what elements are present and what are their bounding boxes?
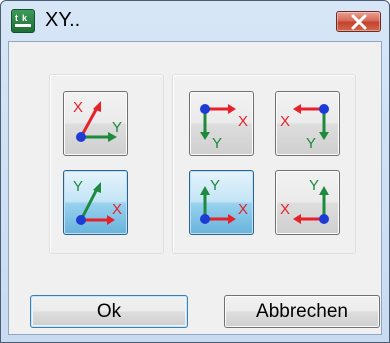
- close-button[interactable]: [336, 11, 381, 32]
- axis-orientation-icon: X Y: [200, 104, 248, 152]
- axis-orientation-icon: Y X: [280, 177, 329, 224]
- svg-text:X: X: [73, 99, 83, 116]
- orientation-group-right: X Y X Y Y X Y X: [172, 74, 356, 254]
- dialog-client-area: X Y Y X X Y X Y Y X Y X Ok Abbrechen: [8, 41, 382, 335]
- orientation-x-up-y-right-button[interactable]: X Y: [63, 91, 128, 156]
- orientation-y-up-x-right-button[interactable]: Y X: [63, 170, 128, 235]
- axis-orientation-icon: X Y: [280, 104, 329, 152]
- svg-text:Y: Y: [309, 177, 319, 194]
- ok-button[interactable]: Ok: [30, 295, 188, 328]
- svg-text:Y: Y: [112, 119, 122, 136]
- svg-text:Y: Y: [73, 178, 83, 195]
- axis-orientation-icon: Y X: [200, 177, 248, 224]
- axis-orientation-icon: Y X: [73, 178, 122, 225]
- close-x-icon: [351, 14, 367, 30]
- xy-app-icon: t k: [11, 9, 35, 33]
- orientation-origin-bottom-right-button[interactable]: Y X: [275, 170, 340, 235]
- xy-dialog: t k XY.. X Y Y X X Y X Y Y X Y X Ok Abbr…: [0, 0, 390, 343]
- orientation-origin-bottom-left-button[interactable]: Y X: [189, 170, 254, 235]
- cancel-button[interactable]: Abbrechen: [224, 295, 380, 328]
- svg-text:Y: Y: [306, 135, 316, 152]
- svg-text:t: t: [15, 13, 18, 23]
- svg-text:k: k: [22, 13, 28, 23]
- svg-text:Y: Y: [212, 135, 222, 152]
- svg-text:Y: Y: [210, 177, 220, 194]
- title-bar[interactable]: t k XY..: [1, 1, 389, 41]
- orientation-group-left: X Y Y X: [49, 74, 164, 254]
- svg-text:X: X: [238, 113, 248, 130]
- svg-text:X: X: [280, 201, 290, 218]
- svg-text:X: X: [238, 201, 248, 218]
- orientation-origin-top-left-button[interactable]: X Y: [189, 91, 254, 156]
- svg-text:X: X: [280, 113, 290, 130]
- svg-text:X: X: [112, 201, 122, 218]
- orientation-origin-top-right-button[interactable]: X Y: [275, 91, 340, 156]
- window-title: XY..: [45, 9, 81, 31]
- axis-orientation-icon: X Y: [73, 99, 122, 142]
